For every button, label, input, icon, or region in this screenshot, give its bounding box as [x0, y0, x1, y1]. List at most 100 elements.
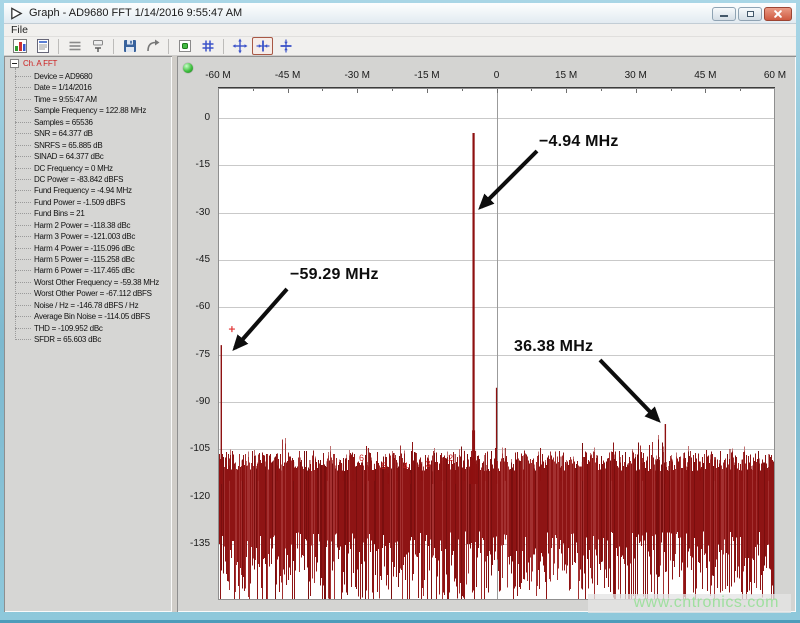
tree-item[interactable]: Fund Frequency = -4.94 MHz: [4, 185, 172, 196]
tree-item[interactable]: Worst Other Frequency = -59.38 MHz: [4, 277, 172, 288]
tree-item[interactable]: DC Power = -83.842 dBFS: [4, 174, 172, 185]
persistence-button[interactable]: [174, 37, 195, 55]
tree-item[interactable]: Time = 9:55:47 AM: [4, 94, 172, 105]
x-axis-tick-label: -15 M: [402, 70, 452, 82]
x-axis-tick-label: 30 M: [611, 70, 661, 82]
tree-item[interactable]: Device = AD9680: [4, 71, 172, 82]
tree-item[interactable]: SINAD = 64.377 dBc: [4, 151, 172, 162]
harmonic-marker-label: 6: [359, 453, 364, 463]
restore-button[interactable]: [738, 7, 762, 21]
labels-icon: [90, 38, 106, 54]
persistence-icon: [177, 38, 193, 54]
tree-item[interactable]: Average Bin Noise = -114.05 dBFS: [4, 311, 172, 322]
x-axis-tick-label: 15 M: [541, 70, 591, 82]
grid-button[interactable]: [197, 37, 218, 55]
fit-all-icon: [232, 38, 248, 54]
chart-properties-icon: [12, 38, 28, 54]
harmonic-marker-label: 4: [403, 461, 408, 471]
harmonic-marker-label: 5: [381, 461, 386, 471]
tree-item[interactable]: DC Frequency = 0 MHz: [4, 163, 172, 174]
y-axis-tick-label: -135: [177, 538, 214, 550]
save-button[interactable]: [119, 37, 140, 55]
tree-item[interactable]: Fund Bins = 21: [4, 208, 172, 219]
tree-item[interactable]: Harm 3 Power = -121.003 dBc: [4, 231, 172, 242]
app-icon: [9, 6, 24, 21]
plus-cursor-marker: [229, 326, 235, 332]
averaging-button[interactable]: [64, 37, 85, 55]
annotation-label: −59.29 MHz: [290, 266, 379, 284]
tree-item[interactable]: Harm 2 Power = -118.38 dBc: [4, 220, 172, 231]
chart-panel: -60 M-45 M-30 M-15 M015 M30 M45 M60 M 0-…: [177, 56, 796, 612]
tree-item[interactable]: Worst Other Power = -67.112 dBFS: [4, 288, 172, 299]
measurement-tree-panel: Ch. A FFT Device = AD9680Date = 1/14/201…: [4, 56, 172, 612]
fit-vertical-button[interactable]: [275, 37, 296, 55]
tree-item-list: Device = AD9680Date = 1/14/2016Time = 9:…: [4, 71, 172, 346]
fit-horizontal-icon: [255, 38, 271, 54]
x-axis-tick-label: -60 M: [193, 70, 243, 82]
tree-item[interactable]: Noise / Hz = -146.78 dBFS / Hz: [4, 300, 172, 311]
toolbar-separator: [58, 39, 59, 54]
labels-button[interactable]: [87, 37, 108, 55]
toolbar-separator: [113, 39, 114, 54]
y-axis-tick-label: 0: [177, 112, 214, 124]
x-axis-tick-label: 0: [472, 70, 522, 82]
averaging-icon: [67, 38, 83, 54]
annotation-label: −4.94 MHz: [539, 133, 619, 151]
tree-root-label: Ch. A FFT: [23, 59, 57, 68]
titlebar: Graph - AD9680 FFT 1/14/2016 9:55:47 AM: [4, 3, 796, 24]
tree-collapse-icon[interactable]: [10, 59, 19, 68]
export-button[interactable]: [142, 37, 163, 55]
tree-item[interactable]: SNRFS = 65.885 dB: [4, 140, 172, 151]
report-button[interactable]: [32, 37, 53, 55]
y-axis-tick-label: -15: [177, 159, 214, 171]
tree-item[interactable]: Harm 5 Power = -115.258 dBc: [4, 254, 172, 265]
fit-vertical-icon: [278, 38, 294, 54]
menubar: File: [4, 24, 796, 37]
y-axis-tick-label: -120: [177, 491, 214, 503]
tree-item[interactable]: Harm 4 Power = -115.096 dBc: [4, 243, 172, 254]
fit-horizontal-button[interactable]: [252, 37, 273, 55]
tree-item[interactable]: Sample Frequency = 122.88 MHz: [4, 105, 172, 116]
save-icon: [122, 38, 138, 54]
tree-item[interactable]: SFDR = 65.603 dBc: [4, 334, 172, 345]
tree-item[interactable]: Harm 6 Power = -117.465 dBc: [4, 265, 172, 276]
app-window: Graph - AD9680 FFT 1/14/2016 9:55:47 AM …: [0, 0, 800, 623]
tree-item[interactable]: Date = 1/14/2016: [4, 82, 172, 93]
minimize-button[interactable]: [712, 7, 736, 21]
x-axis-tick-label: -45 M: [263, 70, 313, 82]
window-title: Graph - AD9680 FFT 1/14/2016 9:55:47 AM: [29, 7, 242, 19]
toolbar-separator: [223, 39, 224, 54]
tree-item[interactable]: Fund Power = -1.509 dBFS: [4, 197, 172, 208]
x-axis-tick-label: 60 M: [750, 70, 800, 82]
tree-item[interactable]: THD = -109.952 dBc: [4, 323, 172, 334]
tree-item[interactable]: Samples = 65536: [4, 117, 172, 128]
y-axis-tick-label: -45: [177, 254, 214, 266]
harmonic-marker-label: 3: [426, 459, 431, 469]
y-axis-tick-label: -60: [177, 301, 214, 313]
report-icon: [35, 38, 51, 54]
watermark: www.cntronics.com: [588, 594, 791, 613]
status-led: [183, 63, 193, 73]
close-button[interactable]: [764, 7, 792, 21]
x-axis-tick-label: 45 M: [680, 70, 730, 82]
chart-properties-button[interactable]: [9, 37, 30, 55]
y-axis-tick-label: -30: [177, 207, 214, 219]
grid-icon: [200, 38, 216, 54]
menu-item-file[interactable]: File: [4, 24, 35, 36]
y-axis-tick-label: -75: [177, 349, 214, 361]
window-controls: [712, 7, 792, 21]
export-icon: [145, 38, 161, 54]
tree-root[interactable]: Ch. A FFT: [4, 56, 172, 68]
y-axis-tick-label: -105: [177, 443, 214, 455]
main-area: Ch. A FFT Device = AD9680Date = 1/14/201…: [4, 56, 796, 612]
fit-all-button[interactable]: [229, 37, 250, 55]
fft-plot-svg[interactable]: 2 3 4 5 6: [218, 88, 775, 600]
annotation-label: 36.38 MHz: [514, 338, 593, 356]
harmonic-marker-label: 2: [448, 453, 453, 463]
tree-item[interactable]: SNR = 64.377 dB: [4, 128, 172, 139]
toolbar: [4, 37, 796, 56]
fft-plot[interactable]: 2 3 4 5 6: [218, 88, 775, 600]
y-axis-tick-label: -90: [177, 396, 214, 408]
toolbar-separator: [168, 39, 169, 54]
x-axis-tick-label: -30 M: [332, 70, 382, 82]
